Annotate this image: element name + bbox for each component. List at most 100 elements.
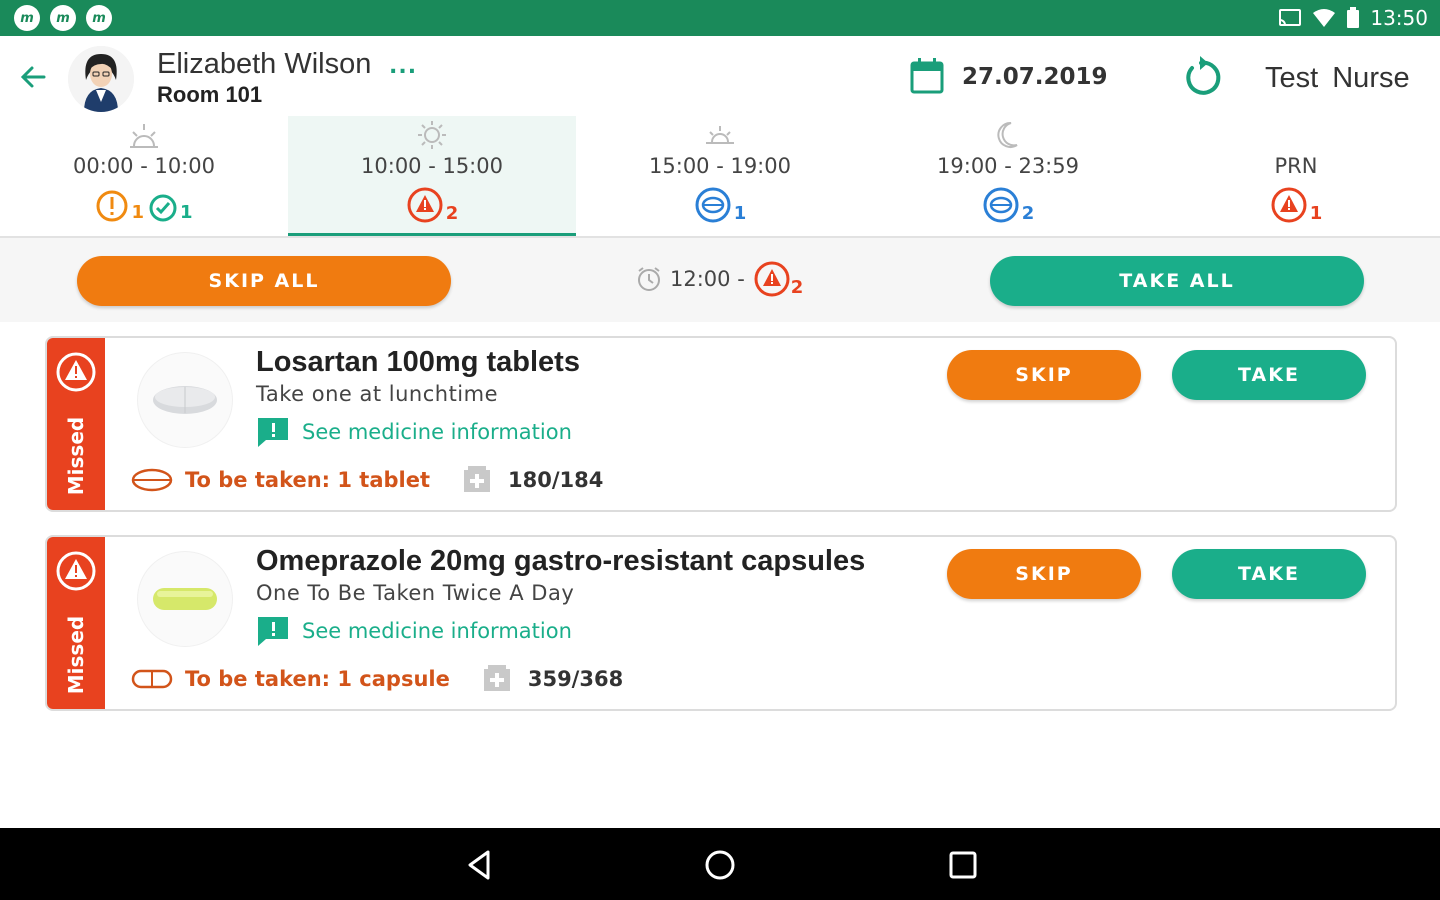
stock-count: 180/184 <box>508 468 604 492</box>
missed-alert-icon <box>56 551 96 591</box>
patient-room: Room 101 <box>157 82 263 107</box>
taken-count: 1 <box>180 202 193 223</box>
bulk-action-bar: SKIP ALL 12:00 - 2 TAKE ALL <box>0 238 1440 322</box>
tab-00-10[interactable]: 00:00 - 10:00 1 1 <box>0 116 288 236</box>
tab-label: 15:00 - 19:00 <box>649 154 791 178</box>
notification-icons: m m m <box>14 5 112 31</box>
take-all-button[interactable]: TAKE ALL <box>990 256 1364 306</box>
medication-card: Missed Losartan 100mg tablets Take one a… <box>45 336 1397 512</box>
refresh-icon[interactable] <box>1178 54 1224 100</box>
medicine-name: Omeprazole 20mg gastro-resistant capsule… <box>256 545 866 577</box>
tab-status-badges: 1 <box>1152 186 1440 224</box>
sunset-icon <box>706 126 734 144</box>
missed-alert-icon <box>56 352 96 392</box>
current-user[interactable]: Test Nurse <box>1265 62 1410 95</box>
tab-status-badges: 1 1 <box>0 186 288 223</box>
system-navigation-bar <box>0 828 1440 900</box>
info-link-text[interactable]: See medicine information <box>302 420 572 444</box>
stock-box-icon <box>464 466 491 492</box>
tab-status-badges: 2 <box>864 186 1152 224</box>
home-circle-icon[interactable] <box>703 848 737 882</box>
tablet-image <box>153 386 217 414</box>
sun-icon <box>418 121 446 149</box>
stock-info: 359/368 <box>482 665 623 693</box>
medicine-info-link[interactable]: See medicine information <box>256 615 572 647</box>
slot-missed-count: 2 <box>790 276 804 298</box>
info-link-text[interactable]: See medicine information <box>302 619 572 643</box>
capsule-image <box>153 588 217 610</box>
pending-count: 1 <box>733 203 747 224</box>
app-notification-icon: m <box>86 5 112 31</box>
tab-label: 00:00 - 10:00 <box>73 154 215 178</box>
back-triangle-icon[interactable] <box>462 848 496 882</box>
missed-count: 2 <box>445 203 459 224</box>
selected-date[interactable]: 27.07.2019 <box>962 64 1108 90</box>
skip-button[interactable]: SKIP <box>947 350 1141 400</box>
tab-status-badges: 2 <box>288 186 576 224</box>
recents-square-icon[interactable] <box>946 848 980 882</box>
battery-icon <box>1347 7 1360 28</box>
medicine-image <box>137 352 233 448</box>
medication-card: Missed Omeprazole 20mg gastro-resistant … <box>45 535 1397 711</box>
info-message-icon <box>258 418 288 447</box>
dose-text: To be taken: 1 capsule <box>185 667 450 691</box>
take-button[interactable]: TAKE <box>1172 350 1366 400</box>
skip-all-button[interactable]: SKIP ALL <box>77 256 451 306</box>
tab-19-2359[interactable]: 19:00 - 23:59 2 <box>864 116 1152 236</box>
warning-count: 1 <box>131 202 144 223</box>
missed-status-strip: Missed <box>47 338 105 510</box>
alarm-clock-icon <box>638 267 660 291</box>
status-bar: m m m 13:50 <box>0 0 1440 36</box>
tablet-icon <box>131 468 173 492</box>
current-slot-summary: 12:00 - 2 <box>636 256 803 302</box>
app-header: Elizabeth Wilson ... Room 101 27.07.2019… <box>0 36 1440 118</box>
more-options-button[interactable]: ... <box>389 54 417 79</box>
clock: 13:50 <box>1370 6 1428 30</box>
medicine-info-link[interactable]: See medicine information <box>256 416 572 448</box>
patient-name[interactable]: Elizabeth Wilson <box>157 48 371 81</box>
calendar-icon[interactable] <box>910 58 944 94</box>
back-button[interactable] <box>18 62 48 92</box>
stock-count: 359/368 <box>527 667 624 691</box>
tab-label: PRN <box>1274 154 1318 178</box>
skip-button[interactable]: SKIP <box>947 549 1141 599</box>
missed-alert-icon <box>754 261 790 297</box>
pending-pill-icon <box>695 187 731 223</box>
status-label: Missed <box>64 615 88 695</box>
stock-info: 180/184 <box>462 466 603 494</box>
arrow-left-icon <box>20 66 46 88</box>
status-label: Missed <box>64 416 88 496</box>
check-circle-icon <box>149 194 177 222</box>
take-button[interactable]: TAKE <box>1172 549 1366 599</box>
medicine-instructions: One To Be Taken Twice A Day <box>256 581 575 605</box>
info-message-icon <box>258 617 288 646</box>
slot-time: 12:00 - <box>670 267 745 291</box>
avatar[interactable] <box>68 46 134 112</box>
missed-count: 1 <box>1309 203 1323 224</box>
tab-15-19[interactable]: 15:00 - 19:00 1 <box>576 116 864 236</box>
pending-count: 2 <box>1021 203 1035 224</box>
warning-circle-icon <box>96 190 128 222</box>
sunrise-icon <box>130 124 158 148</box>
medicine-instructions: Take one at lunchtime <box>256 382 499 406</box>
tab-status-badges: 1 <box>576 186 864 224</box>
capsule-icon <box>131 669 173 689</box>
system-tray: 13:50 <box>1278 6 1428 30</box>
medicine-image <box>137 551 233 647</box>
time-slot-tabs: 00:00 - 10:00 1 1 10:00 - 15:00 2 15:00 … <box>0 116 1440 238</box>
tab-prn[interactable]: PRN 1 <box>1152 116 1440 236</box>
tab-10-15[interactable]: 10:00 - 15:00 2 <box>288 116 576 236</box>
dose-info: To be taken: 1 capsule 359/368 <box>131 665 623 693</box>
moon-icon <box>997 121 1018 148</box>
stock-box-icon <box>483 665 510 691</box>
app-notification-icon: m <box>14 5 40 31</box>
pending-pill-icon <box>983 187 1019 223</box>
medicine-name: Losartan 100mg tablets <box>256 346 580 378</box>
tab-label: 10:00 - 15:00 <box>361 154 503 178</box>
dose-text: To be taken: 1 tablet <box>185 468 431 492</box>
wifi-icon <box>1313 9 1336 27</box>
cast-icon <box>1279 9 1302 26</box>
app-notification-icon: m <box>50 5 76 31</box>
dose-info: To be taken: 1 tablet 180/184 <box>131 466 603 494</box>
missed-alert-icon <box>407 187 443 223</box>
